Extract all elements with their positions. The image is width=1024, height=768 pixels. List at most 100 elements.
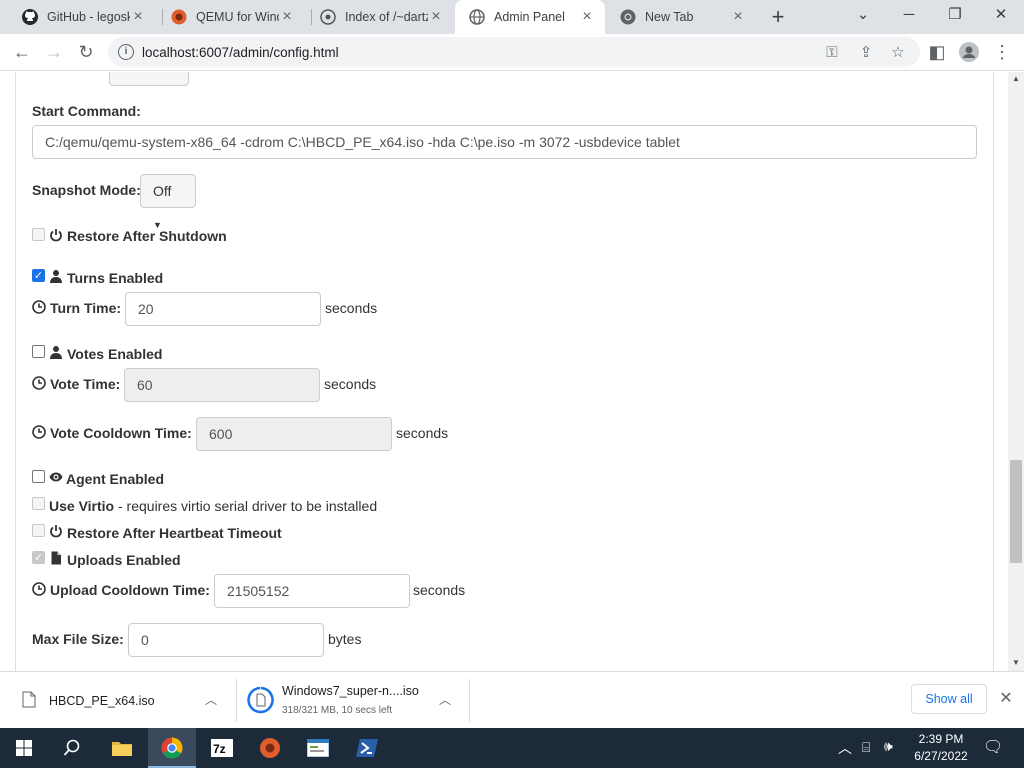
scroll-up-icon[interactable]: ▲ — [1008, 72, 1024, 86]
vote-cooldown-input[interactable]: 600 — [196, 417, 392, 451]
close-tab-icon[interactable]: × — [279, 9, 295, 25]
file-explorer-button[interactable] — [98, 728, 146, 768]
tab-new-tab[interactable]: New Tab × — [606, 0, 756, 34]
download-status: 318/321 MB, 10 secs left — [282, 705, 393, 716]
turn-time-label: Turn Time: — [50, 300, 122, 316]
close-tab-icon[interactable]: × — [130, 9, 146, 25]
max-file-size-unit: bytes — [328, 631, 362, 647]
turn-time-unit: seconds — [325, 300, 378, 316]
forward-icon[interactable]: → — [40, 38, 68, 66]
tab-qemu[interactable]: QEMU for Wind × — [157, 0, 305, 34]
powershell-button[interactable] — [343, 728, 391, 768]
upload-cooldown-input[interactable]: 21505152 — [214, 574, 410, 608]
download-item[interactable]: HBCD_PE_x64.iso ︿ — [0, 672, 235, 729]
7zip-icon: 7z — [211, 739, 233, 757]
tab-search-icon[interactable]: ⌄ — [840, 0, 886, 30]
minimize-icon[interactable]: ─ — [886, 0, 932, 30]
reload-icon[interactable]: ↻ — [72, 38, 100, 66]
uploads-enabled-checkbox[interactable]: ✓ — [32, 551, 45, 564]
user-icon — [50, 270, 62, 283]
clock-icon — [32, 376, 46, 390]
system-clock[interactable]: 2:39 PM 6/27/2022 — [906, 731, 976, 765]
start-command-label: Start Command: — [32, 103, 141, 119]
menu-kebab-icon[interactable]: ⋮ — [988, 38, 1016, 66]
notification-icon[interactable]: 🗨 — [983, 737, 1003, 757]
key-icon[interactable]: ⚿ — [820, 41, 844, 65]
scrollbar-thumb[interactable] — [1010, 460, 1022, 563]
address-url[interactable]: localhost:6007/admin/config.html — [142, 45, 339, 60]
agent-enabled-checkbox[interactable] — [32, 470, 45, 483]
close-window-icon[interactable]: ✕ — [978, 0, 1024, 30]
page-scrollbar[interactable]: ▲ ▼ — [1008, 72, 1024, 671]
folder-icon — [112, 742, 132, 756]
tray-chevron-up-icon[interactable]: ︿ — [838, 738, 852, 758]
type-dropdown[interactable] — [109, 72, 189, 86]
start-command-input[interactable]: C:/qemu/qemu-system-x86_64 -cdrom C:\HBC… — [32, 125, 977, 159]
bookmark-star-icon[interactable]: ☆ — [886, 41, 910, 65]
scroll-down-icon[interactable]: ▼ — [1008, 656, 1024, 670]
qemu-taskbar-button[interactable] — [246, 728, 294, 768]
site-info-icon[interactable]: i — [118, 44, 134, 60]
file-icon — [51, 551, 61, 565]
clock-icon — [32, 300, 46, 314]
volume-icon[interactable]: 🕪 — [884, 738, 893, 755]
votes-enabled-label: Votes Enabled — [67, 346, 163, 362]
share-icon[interactable]: ⇪ — [854, 41, 878, 65]
max-file-size-input[interactable]: 0 — [128, 623, 324, 657]
tab-title: Admin Panel — [494, 10, 565, 24]
new-tab-button[interactable]: + — [764, 3, 792, 31]
search-button[interactable] — [48, 728, 96, 768]
windows-taskbar: 7z ︿ ⌸ 🕪 2:39 PM 6/27/2022 🗨 — [0, 728, 1024, 768]
power-icon — [50, 525, 62, 538]
user-icon — [50, 346, 62, 359]
window-app-icon — [307, 739, 329, 757]
vote-cooldown-label: Vote Cooldown Time: — [50, 425, 192, 441]
tab-admin-panel[interactable]: Admin Panel × — [455, 0, 605, 34]
close-tab-icon[interactable]: × — [428, 9, 444, 25]
tab-title: New Tab — [645, 10, 694, 24]
tab-index[interactable]: Index of /~dartz × — [306, 0, 454, 34]
windows-logo-icon — [16, 740, 32, 756]
chevron-up-icon[interactable]: ︿ — [439, 691, 451, 708]
snapshot-mode-value: Off — [153, 183, 172, 199]
restore-heartbeat-checkbox[interactable] — [32, 524, 45, 537]
7zip-button[interactable]: 7z — [198, 728, 246, 768]
side-panel-icon[interactable]: ◧ — [923, 38, 951, 66]
close-downloads-icon[interactable]: ✕ — [996, 687, 1016, 711]
max-file-size-label: Max File Size: — [32, 631, 124, 647]
restore-icon[interactable]: ❐ — [932, 0, 978, 30]
start-button[interactable] — [0, 728, 48, 768]
restore-shutdown-label: Restore After Shutdown — [67, 228, 227, 244]
close-tab-icon[interactable]: × — [730, 9, 746, 25]
turn-time-input[interactable]: 20 — [125, 292, 321, 326]
tab-title: Index of /~dartz — [345, 10, 428, 24]
snapshot-mode-dropdown[interactable]: Off ▼ — [140, 174, 196, 230]
vote-time-input[interactable]: 60 — [124, 368, 320, 402]
downloads-bar: HBCD_PE_x64.iso ︿ Windows7_super-n....is… — [0, 671, 1024, 728]
back-icon[interactable]: ← — [8, 38, 36, 66]
tab-title: QEMU for Wind — [196, 10, 279, 24]
clock-icon — [32, 582, 46, 596]
notepad-button[interactable] — [294, 728, 342, 768]
chrome-taskbar-button[interactable] — [148, 728, 196, 768]
chrome-icon — [161, 737, 183, 759]
uploads-enabled-label: Uploads Enabled — [67, 552, 181, 568]
restore-heartbeat-label: Restore After Heartbeat Timeout — [67, 525, 282, 541]
close-tab-icon[interactable]: × — [579, 9, 595, 25]
chevron-up-icon[interactable]: ︿ — [205, 691, 217, 708]
snapshot-mode-label: Snapshot Mode: — [32, 182, 141, 198]
upload-cooldown-unit: seconds — [413, 582, 466, 598]
use-virtio-row: Use Virtio - requires virtio serial driv… — [49, 498, 377, 514]
turns-enabled-checkbox[interactable]: ✓ — [32, 269, 45, 282]
show-all-downloads-button[interactable]: Show all — [911, 684, 987, 714]
votes-enabled-checkbox[interactable] — [32, 345, 45, 358]
download-item[interactable]: Windows7_super-n....iso 318/321 MB, 10 s… — [237, 672, 469, 729]
restore-shutdown-checkbox[interactable] — [32, 228, 45, 241]
profile-avatar-icon[interactable] — [955, 38, 983, 66]
network-icon[interactable]: ⌸ — [862, 739, 870, 756]
qemu-icon — [260, 738, 280, 758]
clock-icon — [32, 425, 46, 439]
tab-github[interactable]: GitHub - legosk × — [8, 0, 156, 34]
use-virtio-checkbox[interactable] — [32, 497, 45, 510]
address-bar[interactable]: i localhost:6007/admin/config.html ⚿ ⇪ ☆ — [108, 37, 920, 67]
